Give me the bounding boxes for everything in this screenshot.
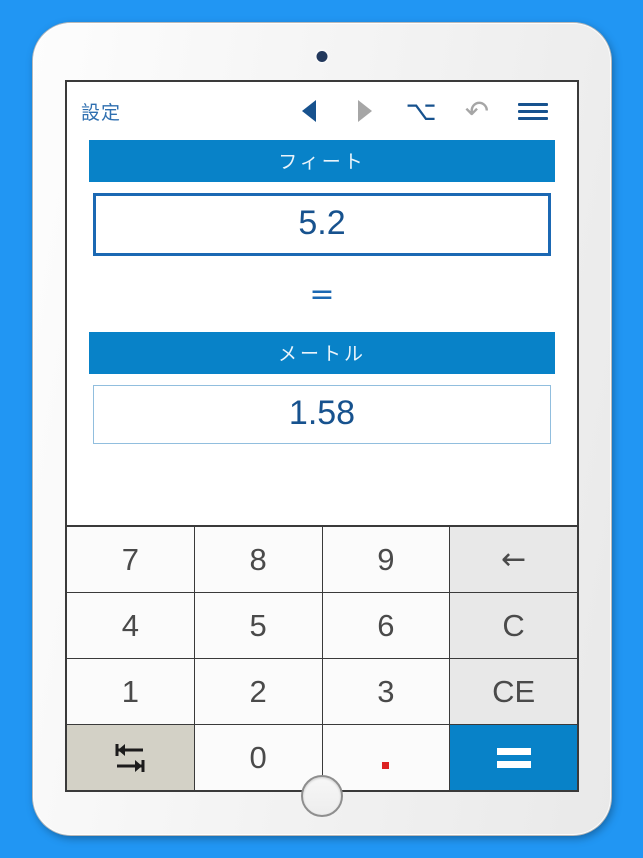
app-screen: 設定 ⌥ ↶ フィート 5.2 = メートル 1.58 7 8 9 ← 4 5 …: [65, 80, 579, 792]
source-unit-label[interactable]: フィート: [89, 140, 555, 182]
converter-spacer: [67, 444, 577, 525]
key-5[interactable]: 5: [194, 593, 322, 658]
equals-key[interactable]: [450, 725, 577, 790]
previous-arrow-button[interactable]: [281, 89, 337, 133]
key-9[interactable]: 9: [322, 527, 450, 592]
next-arrow-button[interactable]: [337, 89, 393, 133]
decimal-point-icon: [382, 762, 390, 769]
backspace-arrow-icon: ←: [501, 541, 527, 577]
backspace-key[interactable]: ←: [450, 527, 577, 592]
clear-entry-key[interactable]: CE: [450, 659, 577, 724]
key-4[interactable]: 4: [67, 593, 194, 658]
key-6[interactable]: 6: [322, 593, 450, 658]
menu-button[interactable]: [505, 89, 561, 133]
swap-arrows-icon: [115, 743, 145, 772]
undo-button[interactable]: ↶: [449, 89, 505, 133]
converter-panel: フィート 5.2 = メートル 1.58: [67, 140, 577, 444]
numeric-keypad: 7 8 9 ← 4 5 6 C 1 2 3 CE 0: [67, 525, 577, 790]
key-2[interactable]: 2: [194, 659, 322, 724]
next-arrow-icon: [358, 100, 372, 122]
option-key-button[interactable]: ⌥: [393, 89, 449, 133]
key-0[interactable]: 0: [194, 725, 322, 790]
app-toolbar: 設定 ⌥ ↶: [67, 82, 577, 140]
tablet-device-frame: 設定 ⌥ ↶ フィート 5.2 = メートル 1.58 7 8 9 ← 4 5 …: [33, 23, 611, 835]
swap-units-key[interactable]: [67, 725, 194, 790]
key-3[interactable]: 3: [322, 659, 450, 724]
option-key-icon: ⌥: [405, 95, 437, 127]
key-7[interactable]: 7: [67, 527, 194, 592]
equals-icon: [496, 747, 531, 768]
menu-icon: [518, 102, 548, 120]
clear-key[interactable]: C: [450, 593, 577, 658]
screenshot-root: 設定 ⌥ ↶ フィート 5.2 = メートル 1.58 7 8 9 ← 4 5 …: [0, 0, 643, 858]
home-button[interactable]: [301, 775, 343, 817]
decimal-point-key[interactable]: [322, 725, 450, 790]
target-unit-label[interactable]: メートル: [89, 332, 555, 374]
equals-separator: =: [309, 277, 335, 312]
key-1[interactable]: 1: [67, 659, 194, 724]
front-camera-icon: [316, 51, 328, 62]
key-8[interactable]: 8: [194, 527, 322, 592]
target-value-input[interactable]: 1.58: [93, 385, 551, 444]
source-value-input[interactable]: 5.2: [93, 193, 551, 256]
undo-icon: ↶: [464, 93, 490, 128]
previous-arrow-icon: [302, 100, 316, 122]
settings-link[interactable]: 設定: [81, 98, 121, 125]
